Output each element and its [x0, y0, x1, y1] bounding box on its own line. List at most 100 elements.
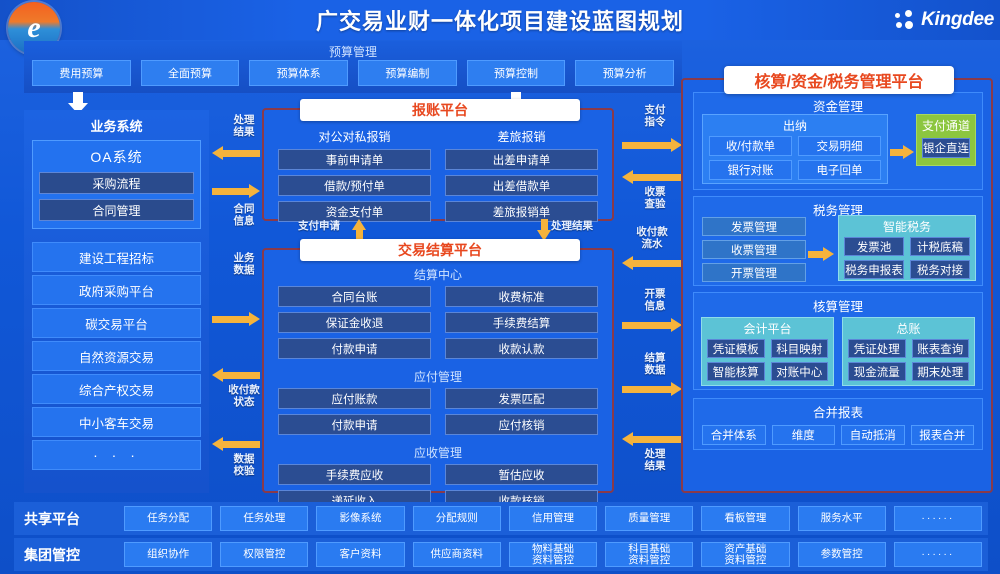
group-control-chips: 组织协作 权限管控 客户资料 供应商资料 物料基础 资料管控 科目基础 资料管控 资… — [124, 538, 982, 571]
reimbursement-panel: 对公对私报销 事前申请单 借款/预付单 资金支付单 差旅报销 出差申请单 出差借… — [262, 108, 614, 222]
budget-chip[interactable]: 预算分析 — [575, 60, 675, 86]
payable-grid: 应付账款 付款申请 发票匹配 应付核销 — [264, 388, 612, 435]
cell[interactable]: 计税底稿 — [910, 237, 970, 256]
cashier-box: 出纳 收/付款单 交易明细 银行对账 电子回单 — [702, 114, 888, 184]
cell[interactable]: 发票管理 — [702, 217, 806, 236]
group-title: 总账 — [896, 322, 921, 336]
share-platform-chips: 任务分配 任务处理 影像系统 分配规则 信用管理 质量管理 看板管理 服务水平 … — [124, 502, 982, 535]
tax-left-list: 发票管理 收票管理 开票管理 — [702, 217, 806, 282]
business-systems-panel: 业务系统 OA系统 采购流程 合同管理 建设工程招标 政府采购平台 碳交易平台 … — [24, 110, 209, 493]
chip[interactable]: 服务水平 — [797, 506, 886, 531]
group-title: 会计平台 — [743, 322, 792, 336]
cell[interactable]: 借款/预付单 — [278, 175, 431, 196]
settlement-platform-title: 交易结算平台 — [300, 239, 580, 261]
cell[interactable]: 凭证模板 — [707, 339, 765, 358]
chip[interactable]: 任务分配 — [124, 506, 213, 531]
cell[interactable]: 暂估应收 — [445, 464, 598, 485]
chip-more: ······ — [893, 542, 982, 567]
budget-chip-row: 费用预算 全面预算 预算体系 预算编制 预算控制 预算分析 — [32, 60, 675, 86]
chip[interactable]: 资产基础 资料管控 — [701, 542, 790, 567]
business-systems-title: 业务系统 — [90, 119, 143, 134]
chip[interactable]: 客户资料 — [316, 542, 405, 567]
list-item[interactable]: 碳交易平台 — [32, 308, 201, 338]
cell[interactable]: 银企直连 — [922, 138, 970, 158]
list-item[interactable]: 政府采购平台 — [32, 275, 201, 305]
list-item[interactable]: 中小客车交易 — [32, 407, 201, 437]
flow-arrow-up — [352, 219, 366, 241]
cell[interactable]: 应付核销 — [445, 414, 598, 435]
cell[interactable]: 交易明细 — [798, 136, 881, 156]
cell[interactable]: 应付账款 — [278, 388, 431, 409]
kingdee-wordmark: Kingdee — [921, 9, 994, 30]
cell[interactable]: 事前申请单 — [278, 149, 431, 170]
cell[interactable]: 账表查询 — [911, 339, 969, 358]
chip[interactable]: 任务处理 — [220, 506, 309, 531]
cell[interactable]: 手续费结算 — [445, 312, 598, 333]
cell[interactable]: 手续费应收 — [278, 464, 431, 485]
share-platform-label: 共享平台 — [24, 510, 80, 527]
chip[interactable]: 质量管理 — [605, 506, 694, 531]
cell[interactable]: 收票管理 — [702, 240, 806, 259]
cell[interactable]: 开票管理 — [702, 263, 806, 282]
cell[interactable]: 凭证处理 — [848, 339, 906, 358]
chip[interactable]: 科目基础 资料管控 — [605, 542, 694, 567]
cell[interactable]: 税务对接 — [910, 260, 970, 279]
settlement-center-left: 合同台账 保证金收退 付款申请 — [278, 286, 431, 359]
cell[interactable]: 出差借款单 — [445, 175, 598, 196]
budget-chip[interactable]: 预算体系 — [249, 60, 349, 86]
cell[interactable]: 对账中心 — [770, 362, 828, 381]
cell[interactable]: 科目映射 — [770, 339, 828, 358]
chip[interactable]: 信用管理 — [508, 506, 598, 531]
cell[interactable]: 发票池 — [844, 237, 904, 256]
cell[interactable]: 合并体系 — [702, 425, 766, 445]
list-item[interactable]: 建设工程招标 — [32, 242, 201, 272]
budget-title: 预算管理 — [328, 45, 377, 59]
column-title: 对公对私报销 — [318, 130, 391, 144]
cell[interactable]: 电子回单 — [798, 160, 881, 180]
flow-label-payment-flow: 收付款 流水 — [636, 226, 668, 250]
accounting-management-box: 核算管理 会计平台 凭证模板 科目映射 智能核算 对账中心 总账 凭证处理 账表… — [693, 292, 983, 390]
cell[interactable]: 收费标准 — [445, 286, 598, 307]
cell[interactable]: 付款申请 — [278, 414, 431, 435]
budget-chip[interactable]: 全面预算 — [140, 60, 240, 86]
consolidation-title: 合并报表 — [812, 406, 863, 420]
chip[interactable]: 分配规则 — [412, 506, 501, 531]
cell[interactable]: 差旅报销单 — [445, 201, 598, 222]
chip[interactable]: 供应商资料 — [412, 542, 501, 567]
oa-item-contract-mgmt[interactable]: 合同管理 — [39, 199, 194, 221]
cell[interactable]: 期末处理 — [911, 362, 969, 381]
oa-item-purchase-flow[interactable]: 采购流程 — [39, 172, 194, 194]
cell[interactable]: 税务申报表 — [844, 260, 904, 279]
chip[interactable]: 组织协作 — [124, 542, 213, 567]
budget-chip[interactable]: 预算编制 — [358, 60, 457, 86]
chip[interactable]: 影像系统 — [316, 506, 405, 531]
flow-label-invoice-verification: 收票 查验 — [644, 186, 666, 210]
flow-arrow-left — [212, 368, 260, 382]
cell[interactable]: 保证金收退 — [278, 312, 431, 333]
cell[interactable]: 银行对账 — [709, 160, 792, 180]
chip[interactable]: 看板管理 — [701, 506, 790, 531]
budget-chip[interactable]: 预算控制 — [466, 60, 566, 86]
flow-arrow-right — [212, 184, 260, 198]
flow-arrow-right — [890, 145, 914, 159]
cell[interactable]: 报表合并 — [910, 425, 974, 445]
list-item[interactable]: 自然资源交易 — [32, 341, 201, 371]
reimbursement-column-travel: 差旅报销 出差申请单 出差借款单 差旅报销单 — [445, 128, 598, 222]
chip[interactable]: 权限管控 — [220, 542, 309, 567]
budget-chip[interactable]: 费用预算 — [32, 60, 131, 86]
chip[interactable]: 物料基础 资料管控 — [508, 542, 598, 567]
list-item[interactable]: 综合产权交易 — [32, 374, 201, 404]
cell[interactable]: 收款认款 — [445, 338, 598, 359]
cell[interactable]: 现金流量 — [848, 362, 906, 381]
cell[interactable]: 智能核算 — [707, 362, 765, 381]
cell[interactable]: 收/付款单 — [709, 136, 792, 156]
flow-label-processing-result: 处理结果 — [644, 448, 666, 472]
cell[interactable]: 自动抵消 — [841, 425, 905, 445]
cell[interactable]: 维度 — [771, 425, 835, 445]
cell[interactable]: 合同台账 — [278, 286, 431, 307]
cell[interactable]: 发票匹配 — [445, 388, 598, 409]
cell[interactable]: 出差申请单 — [445, 149, 598, 170]
kingdee-brand: Kingdee — [894, 4, 994, 36]
cell[interactable]: 付款申请 — [278, 338, 431, 359]
chip[interactable]: 参数管控 — [797, 542, 886, 567]
